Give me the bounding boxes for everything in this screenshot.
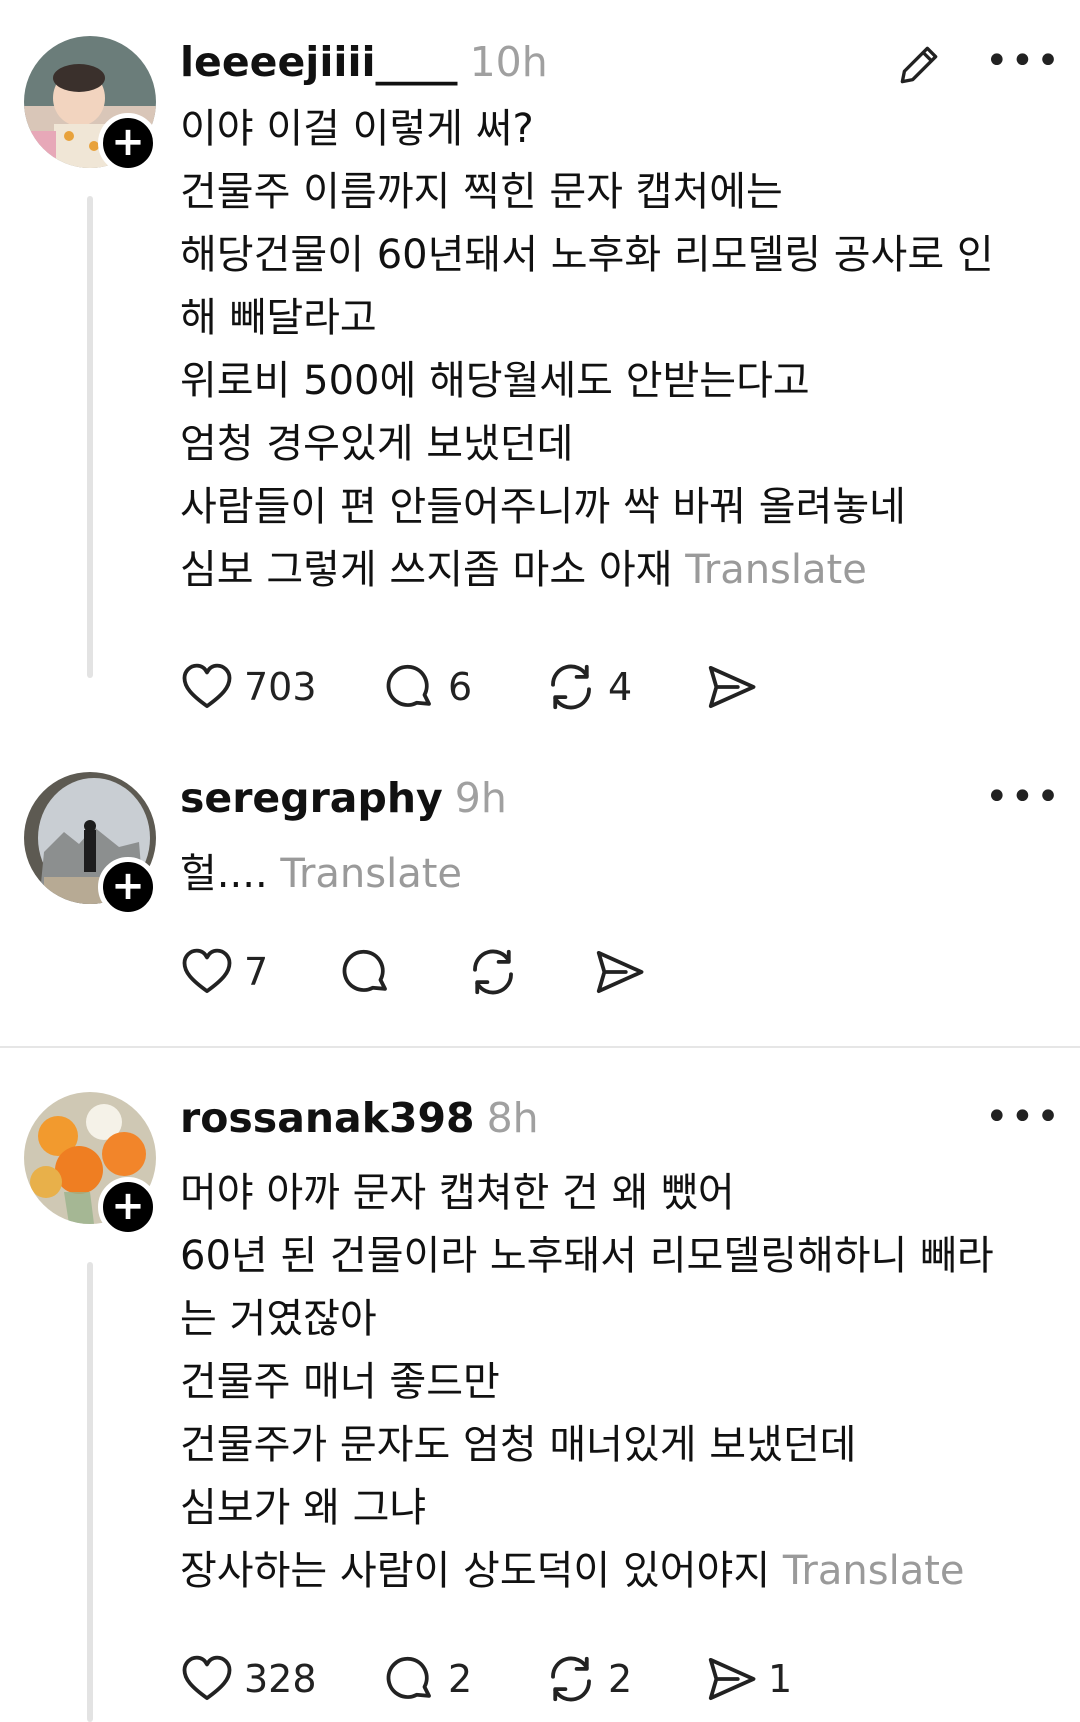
text-line: 머야 아까 문자 캡쳐한 건 왜 뺐어 <box>180 1170 735 1216</box>
text-line: 는 거였잖아 <box>180 1296 377 1342</box>
timestamp: 8h <box>486 1094 539 1142</box>
post-text: 머야 아까 문자 캡쳐한 건 왜 뺐어 60년 된 건물이라 노후돼서 리모델링… <box>180 1162 1050 1603</box>
send-icon <box>704 1652 758 1706</box>
follow-plus-icon[interactable]: + <box>98 857 158 917</box>
reply-count: 6 <box>448 665 473 709</box>
text-line-last: 헐.... Translate <box>180 843 1050 906</box>
post-divider <box>0 1046 1080 1048</box>
text-line: 심보 그렇게 쓰지좀 마소 아재 <box>180 547 673 593</box>
like-button[interactable]: 328 <box>180 1652 317 1706</box>
repost-icon <box>544 1652 598 1706</box>
share-button[interactable]: 1 <box>704 1652 792 1706</box>
text-line: 위로비 500에 해당월세도 안받는다고 <box>180 358 810 404</box>
text-line: 건물주 매너 좋드만 <box>180 1359 500 1405</box>
translate-link[interactable]: Translate <box>685 547 867 593</box>
text-line-last: 장사하는 사람이 상도덕이 있어야지 Translate <box>180 1540 1050 1603</box>
timestamp: 9h <box>454 774 507 822</box>
timestamp: 10h <box>469 38 548 86</box>
thread-line <box>87 1262 93 1722</box>
translate-link[interactable]: Translate <box>783 1548 965 1594</box>
reply-button[interactable] <box>340 945 404 999</box>
username[interactable]: seregraphy <box>180 774 443 822</box>
more-horizontal-icon[interactable]: ••• <box>985 38 1062 84</box>
share-button[interactable] <box>592 945 656 999</box>
reply-button[interactable]: 6 <box>384 660 472 714</box>
repost-count: 2 <box>608 1657 633 1701</box>
like-button[interactable]: 703 <box>180 660 317 714</box>
repost-button[interactable]: 2 <box>544 1652 632 1706</box>
post-text: 이야 이걸 이렇게 써? 건물주 이름까지 찍힌 문자 캡처에는 해당건물이 6… <box>180 98 1050 602</box>
text-line: 헐.... <box>180 851 268 897</box>
pencil-icon[interactable] <box>894 40 944 94</box>
repost-button[interactable]: 4 <box>544 660 632 714</box>
share-count: 1 <box>768 1657 793 1701</box>
comment-icon <box>384 660 438 714</box>
text-line: 60년 된 건물이라 노후돼서 리모델링해하니 빼라 <box>180 1233 994 1279</box>
text-line: 해 빼달라고 <box>180 295 377 341</box>
text-line: 이야 이걸 이렇게 써? <box>180 106 534 152</box>
post-header: seregraphy 9h <box>180 774 507 822</box>
comment-icon <box>340 945 394 999</box>
thread-line <box>87 196 93 678</box>
more-horizontal-icon[interactable]: ••• <box>985 774 1062 820</box>
text-line-last: 심보 그렇게 쓰지좀 마소 아재 Translate <box>180 539 1050 602</box>
heart-icon <box>180 660 234 714</box>
repost-icon <box>544 660 598 714</box>
heart-icon <box>180 945 234 999</box>
text-line: 건물주 이름까지 찍힌 문자 캡처에는 <box>180 169 783 215</box>
text-line: 심보가 왜 그냐 <box>180 1485 427 1531</box>
like-button[interactable]: 7 <box>180 945 268 999</box>
follow-plus-icon[interactable]: + <box>98 113 158 173</box>
send-icon <box>592 945 646 999</box>
like-count: 7 <box>244 950 269 994</box>
text-line: 해당건물이 60년돼서 노후화 리모델링 공사로 인 <box>180 232 994 278</box>
repost-button[interactable] <box>466 945 530 999</box>
post-header: rossanak398 8h <box>180 1094 539 1142</box>
comment-icon <box>384 1652 438 1706</box>
reply-count: 2 <box>448 1657 473 1701</box>
text-line: 건물주가 문자도 엄청 매너있게 보냈던데 <box>180 1422 857 1468</box>
send-icon <box>704 660 758 714</box>
share-button[interactable] <box>704 660 768 714</box>
text-line: 엄청 경우있게 보냈던데 <box>180 421 574 467</box>
heart-icon <box>180 1652 234 1706</box>
translate-link[interactable]: Translate <box>280 851 462 897</box>
username[interactable]: rossanak398 <box>180 1094 475 1142</box>
text-line: 사람들이 편 안들어주니까 싹 바꿔 올려놓네 <box>180 484 906 530</box>
like-count: 328 <box>244 1657 317 1701</box>
more-horizontal-icon[interactable]: ••• <box>985 1094 1062 1140</box>
repost-count: 4 <box>608 665 633 709</box>
like-count: 703 <box>244 665 317 709</box>
follow-plus-icon[interactable]: + <box>98 1177 158 1237</box>
reply-button[interactable]: 2 <box>384 1652 472 1706</box>
post-text: 헐.... Translate <box>180 843 1050 906</box>
post-header: leeeejiiii____ 10h <box>180 38 548 86</box>
repost-icon <box>466 945 520 999</box>
username[interactable]: leeeejiiii____ <box>180 38 458 86</box>
text-line: 장사하는 사람이 상도덕이 있어야지 <box>180 1548 771 1594</box>
